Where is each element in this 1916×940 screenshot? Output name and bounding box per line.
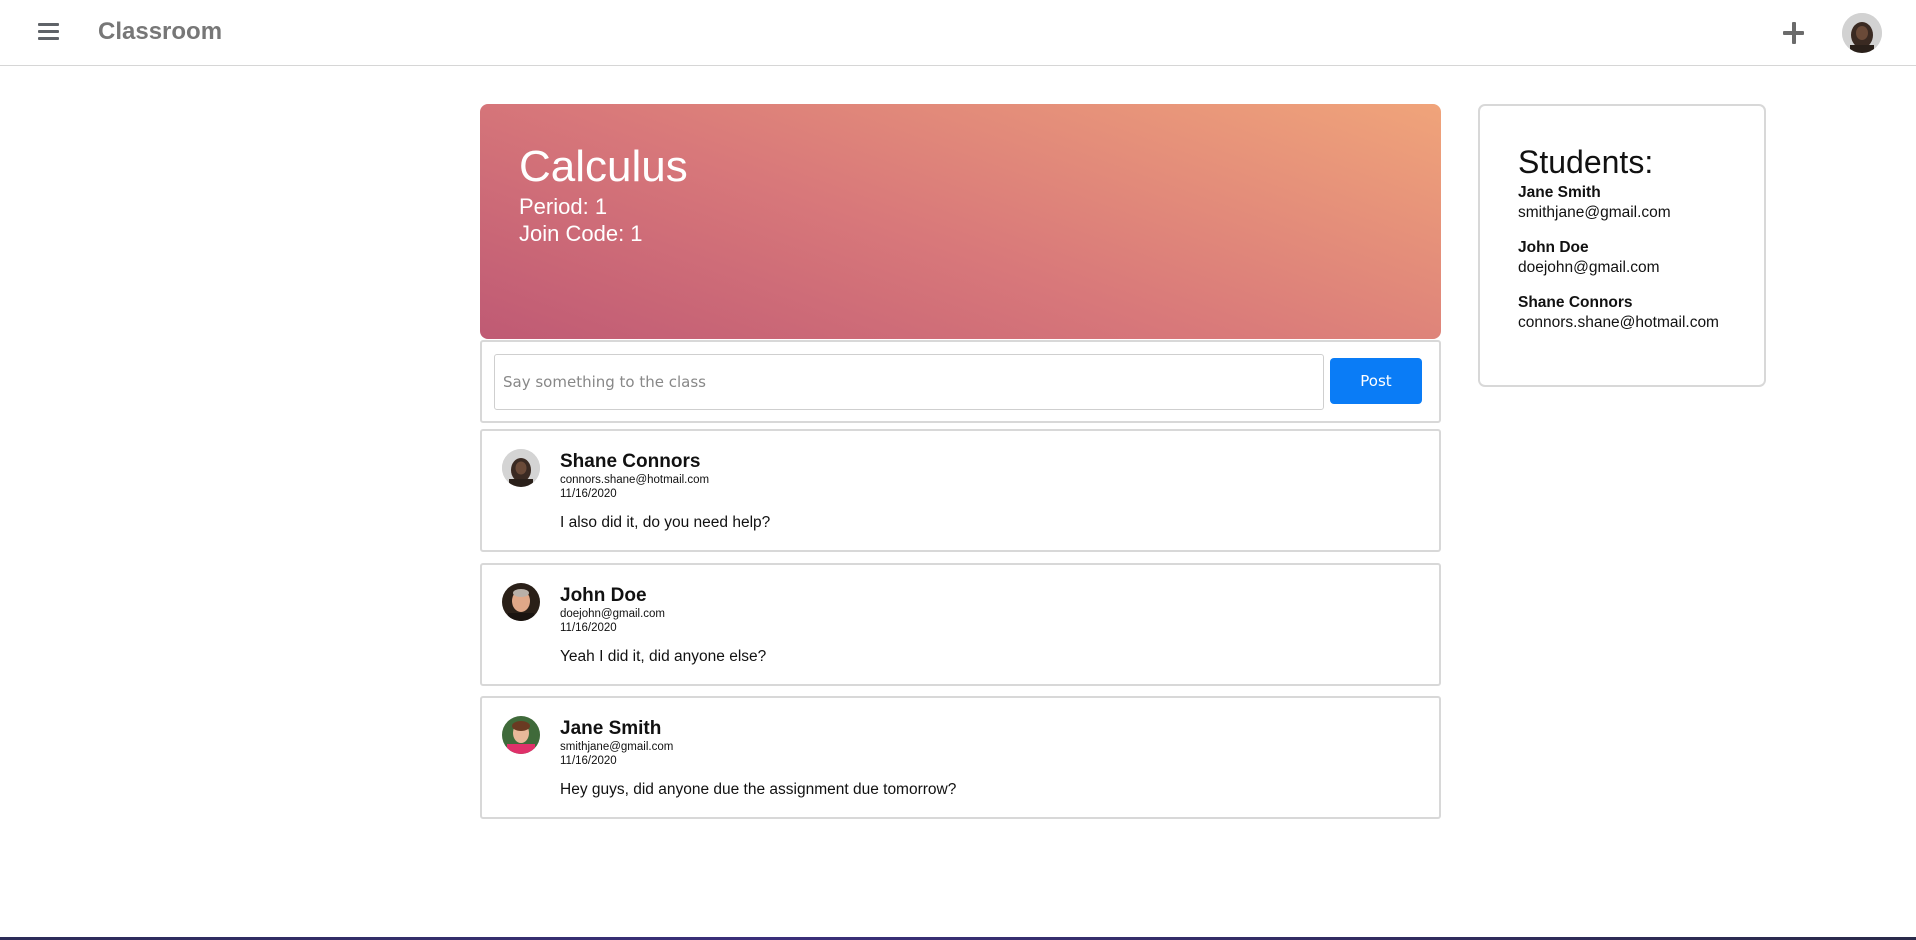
post-body: I also did it, do you need help?: [560, 514, 771, 531]
post-body: Hey guys, did anyone due the assignment …: [560, 781, 957, 798]
student-email: connors.shane@hotmail.com: [1518, 314, 1719, 331]
post-author: Shane Connors: [560, 451, 701, 472]
post-body: Yeah I did it, did anyone else?: [560, 648, 767, 665]
student-entry: Shane Connors connors.shane@hotmail.com: [1518, 294, 1719, 332]
class-name: Calculus: [519, 142, 688, 191]
join-code: Join Code: 1: [519, 221, 643, 246]
compose-box: Post: [480, 340, 1441, 423]
students-heading: Students:: [1518, 144, 1654, 180]
post-author: Jane Smith: [560, 718, 662, 739]
top-app-bar: Classroom: [0, 0, 1916, 66]
post-email: smithjane@gmail.com: [560, 741, 674, 753]
student-entry: John Doe doejohn@gmail.com: [1518, 239, 1660, 277]
student-name: Jane Smith: [1518, 184, 1601, 201]
post-input[interactable]: [494, 354, 1324, 410]
class-period: Period: 1: [519, 194, 608, 219]
post-button[interactable]: Post: [1330, 358, 1422, 404]
user-avatar[interactable]: [1842, 13, 1882, 53]
post-date: 11/16/2020: [560, 755, 617, 767]
post-email: doejohn@gmail.com: [560, 608, 666, 620]
student-name: Shane Connors: [1518, 294, 1633, 311]
author-avatar: [502, 583, 540, 621]
student-entry: Jane Smith smithjane@gmail.com: [1518, 184, 1671, 222]
post-card: Jane Smith smithjane@gmail.com 11/16/202…: [480, 696, 1441, 819]
app-title[interactable]: Classroom: [98, 18, 222, 46]
post-date: 11/16/2020: [560, 488, 617, 500]
student-name: John Doe: [1518, 239, 1589, 256]
post-author: John Doe: [560, 585, 647, 606]
post-card: Shane Connors connors.shane@hotmail.com …: [480, 429, 1441, 552]
plus-icon[interactable]: [1778, 18, 1808, 48]
student-email: doejohn@gmail.com: [1518, 259, 1660, 276]
author-avatar: [502, 716, 540, 754]
author-avatar: [502, 449, 540, 487]
post-date: 11/16/2020: [560, 622, 617, 634]
class-banner: Calculus Period: 1 Join Code: 1: [480, 104, 1441, 339]
students-panel: Students: Jane Smith smithjane@gmail.com…: [1478, 104, 1766, 387]
post-email: connors.shane@hotmail.com: [560, 474, 710, 486]
student-email: smithjane@gmail.com: [1518, 204, 1671, 221]
hamburger-menu-icon[interactable]: [36, 20, 60, 44]
post-card: John Doe doejohn@gmail.com 11/16/2020 Ye…: [480, 563, 1441, 686]
